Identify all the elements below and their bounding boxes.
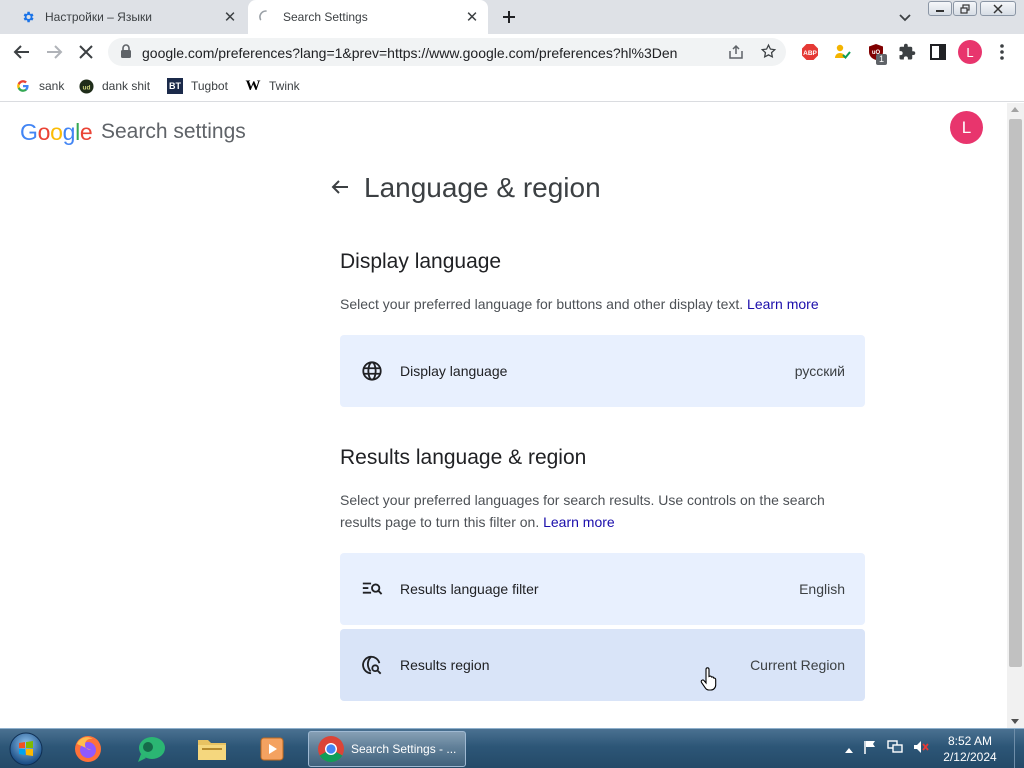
abp-label: ABP bbox=[803, 50, 817, 57]
chat-app-icon[interactable] bbox=[127, 732, 175, 766]
lock-icon[interactable] bbox=[120, 44, 132, 64]
results-region-row[interactable]: Results region Current Region bbox=[340, 629, 865, 701]
forward-button[interactable] bbox=[44, 42, 64, 62]
hand-cursor-icon bbox=[700, 667, 718, 691]
row-value: English bbox=[799, 581, 845, 597]
learn-more-link[interactable]: Learn more bbox=[543, 514, 615, 530]
description-text: Select your preferred language for butto… bbox=[340, 296, 744, 312]
tab-search-settings[interactable]: Search Settings ✕ bbox=[248, 0, 488, 34]
display-language-title: Display language bbox=[340, 250, 502, 273]
chrome-icon bbox=[318, 736, 344, 763]
clock-date: 2/12/2024 bbox=[943, 750, 997, 764]
ublock-origin-icon[interactable]: uO 1 bbox=[866, 42, 887, 65]
share-icon[interactable] bbox=[728, 44, 745, 65]
firefox-icon[interactable] bbox=[64, 732, 112, 766]
google-icon bbox=[15, 78, 31, 94]
minimize-button[interactable] bbox=[928, 1, 952, 16]
star-icon[interactable] bbox=[760, 43, 777, 65]
results-description: Select your preferred languages for sear… bbox=[340, 489, 860, 533]
stop-loading-button[interactable] bbox=[76, 42, 96, 62]
taskbar-clock[interactable]: 8:52 AM 2/12/2024 bbox=[930, 733, 1010, 765]
bookmark-label: Twink bbox=[269, 79, 300, 93]
extension-badge: 1 bbox=[876, 54, 887, 65]
page-title: Language & region bbox=[364, 172, 601, 203]
row-value: Current Region bbox=[750, 657, 845, 673]
gear-icon bbox=[20, 9, 36, 25]
puzzle-icon[interactable] bbox=[897, 42, 917, 62]
start-button[interactable] bbox=[6, 731, 46, 767]
file-explorer-icon[interactable] bbox=[188, 732, 236, 766]
row-label: Display language bbox=[400, 363, 508, 379]
profile-avatar[interactable]: L bbox=[958, 40, 982, 64]
taskbar-window-label: Search Settings - ... bbox=[351, 742, 457, 756]
bookmark-label: sank bbox=[39, 79, 65, 93]
taskbar-chrome-window[interactable]: Search Settings - ... bbox=[308, 731, 466, 767]
windows-taskbar: Search Settings - ... 8:52 AM 2/12/2024 bbox=[0, 728, 1024, 768]
chevron-down-icon[interactable] bbox=[896, 8, 914, 26]
globe-search-icon bbox=[360, 653, 384, 677]
search-settings-heading: Search settings bbox=[101, 120, 246, 143]
extension-check-icon[interactable] bbox=[832, 42, 852, 62]
browser-toolbar: google.com/preferences?lang=1&prev=https… bbox=[0, 34, 1024, 70]
close-icon[interactable]: ✕ bbox=[462, 7, 482, 27]
clock-time: 8:52 AM bbox=[947, 734, 993, 748]
scroll-thumb[interactable] bbox=[1009, 119, 1022, 667]
row-value: русский bbox=[794, 363, 845, 379]
scroll-down-arrow-icon[interactable] bbox=[1011, 719, 1019, 724]
tab-title: Настройки – Языки bbox=[45, 10, 152, 24]
learn-more-link[interactable]: Learn more bbox=[747, 296, 819, 312]
side-panel-icon[interactable] bbox=[928, 42, 948, 62]
tab-title: Search Settings bbox=[283, 10, 368, 24]
system-tray bbox=[840, 729, 929, 768]
close-icon[interactable]: ✕ bbox=[220, 7, 240, 27]
tab-strip: Настройки – Языки ✕ Search Settings ✕ bbox=[0, 0, 1024, 34]
wikipedia-icon: W bbox=[245, 77, 261, 94]
show-desktop-button[interactable] bbox=[1014, 729, 1024, 768]
svg-text:ud: ud bbox=[82, 84, 90, 91]
back-arrow-icon[interactable] bbox=[330, 177, 352, 199]
bookmark-sank[interactable]: sank bbox=[15, 76, 64, 96]
bookmark-dank-shit[interactable]: ud dank shit bbox=[78, 76, 150, 96]
bookmark-label: dank shit bbox=[102, 79, 151, 93]
address-bar[interactable]: google.com/preferences?lang=1&prev=https… bbox=[108, 38, 786, 66]
google-logo[interactable]: Google bbox=[20, 119, 93, 146]
tray-expand-icon[interactable] bbox=[845, 740, 853, 758]
results-language-filter-row[interactable]: Results language filter English bbox=[340, 553, 865, 625]
close-window-button[interactable] bbox=[980, 1, 1016, 16]
media-player-icon[interactable] bbox=[248, 732, 296, 766]
tab-settings-languages[interactable]: Настройки – Языки ✕ bbox=[0, 0, 246, 34]
filter-search-icon bbox=[360, 577, 384, 601]
loading-spinner-icon bbox=[258, 9, 274, 25]
back-button[interactable] bbox=[12, 42, 32, 62]
volume-muted-icon[interactable] bbox=[913, 740, 929, 759]
tugbot-icon: BT bbox=[167, 78, 183, 94]
bookmarks-bar: sank ud dank shit BT Tugbot W Twink bbox=[0, 70, 1024, 102]
adblock-plus-icon[interactable]: ABP bbox=[800, 42, 820, 62]
restore-button[interactable] bbox=[953, 1, 977, 16]
display-language-description: Select your preferred language for butto… bbox=[340, 293, 860, 315]
action-center-flag-icon[interactable] bbox=[863, 740, 877, 759]
bookmark-label: Tugbot bbox=[191, 79, 228, 93]
scroll-up-arrow-icon[interactable] bbox=[1011, 107, 1019, 112]
dank-icon: ud bbox=[78, 78, 94, 94]
row-label: Results language filter bbox=[400, 581, 539, 597]
display-language-row[interactable]: Display language русский bbox=[340, 335, 865, 407]
row-label: Results region bbox=[400, 657, 490, 673]
account-avatar[interactable]: L bbox=[950, 111, 983, 144]
network-icon[interactable] bbox=[887, 739, 903, 759]
url-text[interactable]: google.com/preferences?lang=1&prev=https… bbox=[142, 45, 677, 61]
page-scrollbar[interactable] bbox=[1007, 103, 1024, 728]
more-menu-icon[interactable] bbox=[992, 42, 1012, 62]
globe-icon bbox=[360, 359, 384, 383]
bookmark-tugbot[interactable]: BT Tugbot bbox=[167, 76, 228, 96]
page-content: Google Search settings L Language & regi… bbox=[0, 103, 1007, 727]
results-language-region-title: Results language & region bbox=[340, 446, 587, 469]
bookmark-twink[interactable]: W Twink bbox=[245, 76, 300, 96]
new-tab-button[interactable] bbox=[499, 7, 519, 27]
